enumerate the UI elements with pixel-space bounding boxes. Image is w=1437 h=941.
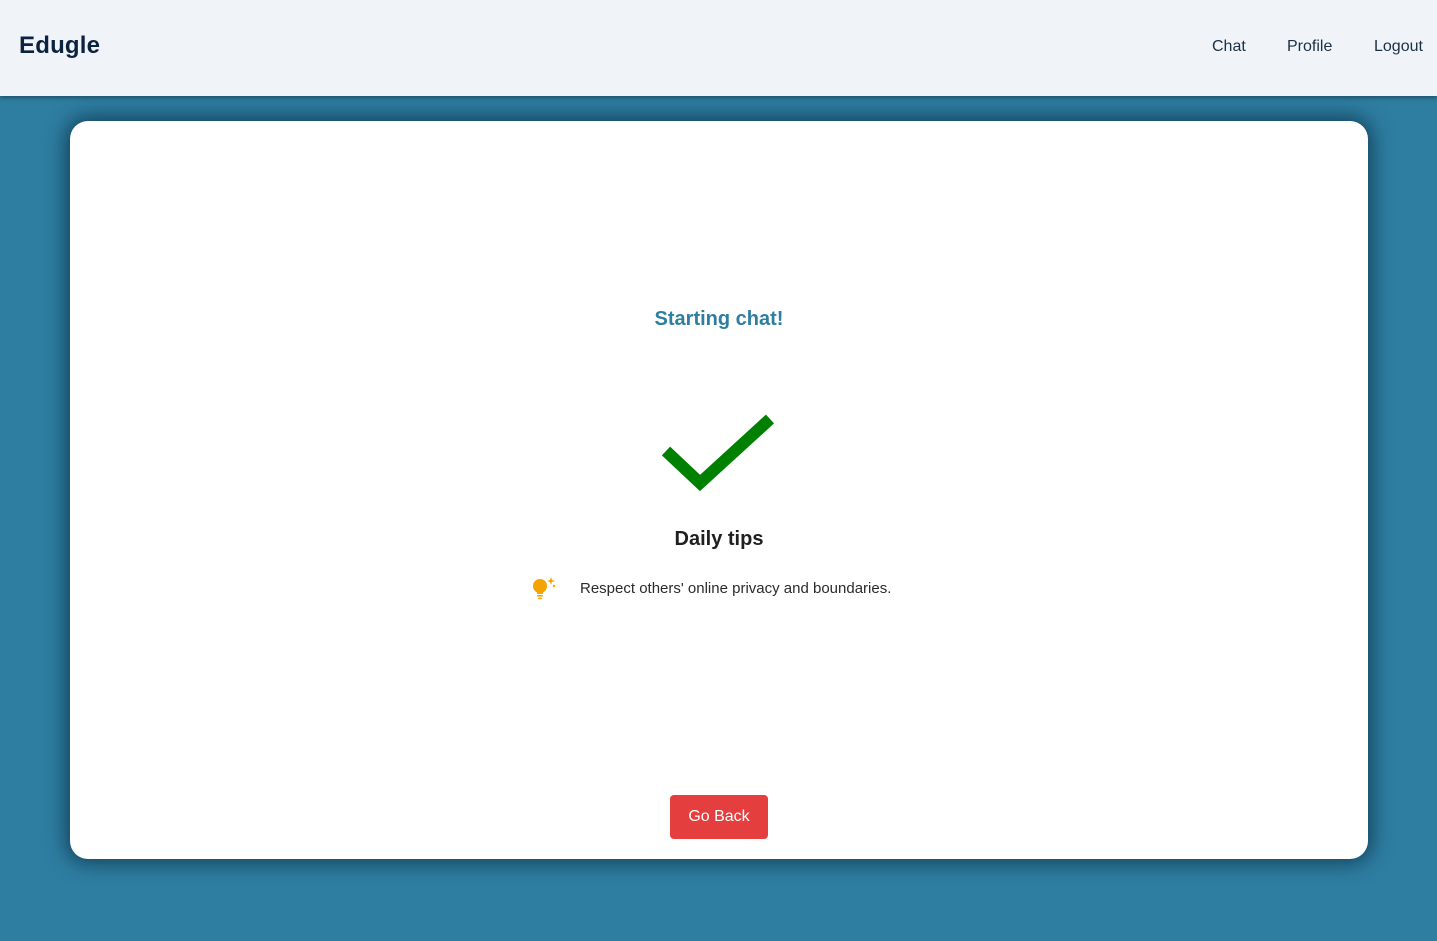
chat-status-card: Starting chat! Daily tips Respect others… — [70, 121, 1368, 859]
top-navbar: Edugle Chat Profile Logout — [0, 0, 1437, 96]
status-title: Starting chat! — [654, 308, 784, 330]
tip-text: Respect others' online privacy and bound… — [580, 579, 892, 597]
daily-tip: Respect others' online privacy and bound… — [530, 575, 891, 601]
nav-chat-link[interactable]: Chat — [1212, 38, 1246, 56]
nav-profile-link[interactable]: Profile — [1287, 38, 1332, 56]
checkmark-icon — [662, 414, 775, 492]
daily-tips-heading: Daily tips — [674, 528, 764, 550]
lightbulb-icon — [533, 577, 556, 600]
nav-logout-link[interactable]: Logout — [1374, 38, 1423, 56]
go-back-button[interactable]: Go Back — [670, 795, 768, 839]
brand-logo[interactable]: Edugle — [19, 32, 100, 60]
